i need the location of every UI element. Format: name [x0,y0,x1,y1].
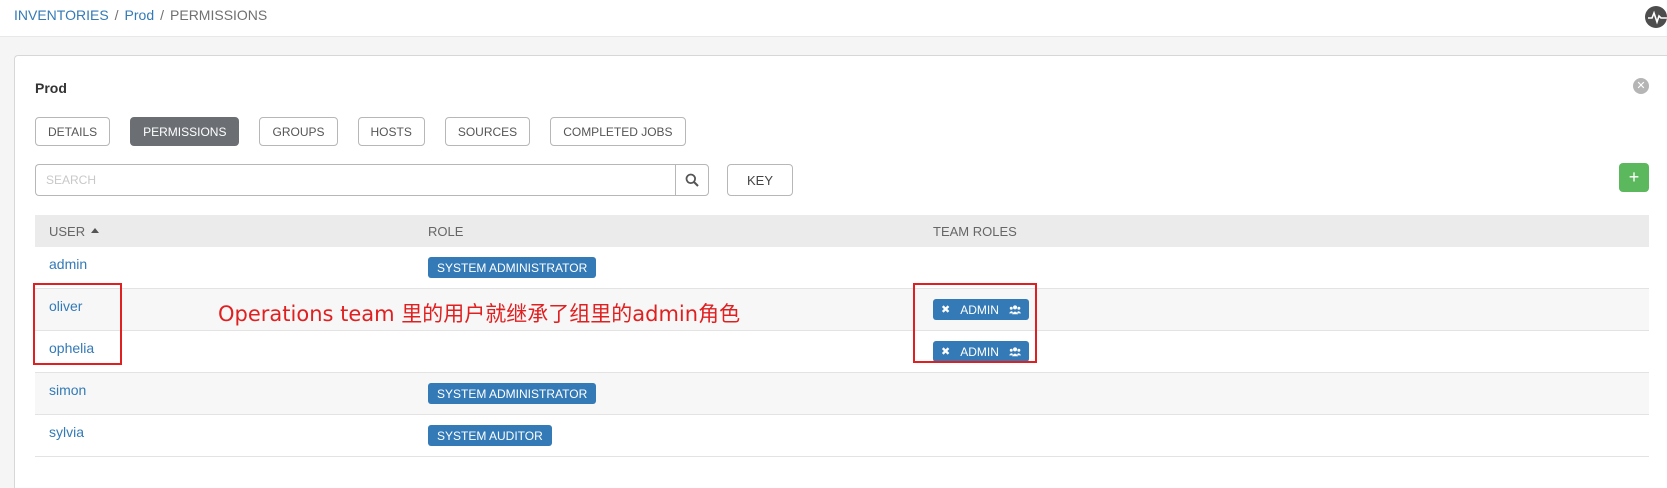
tab-hosts[interactable]: HOSTS [357,117,425,146]
close-icon[interactable]: ✕ [1633,78,1649,94]
tab-bar: DETAILS PERMISSIONS GROUPS HOSTS SOURCES… [35,117,686,146]
breadcrumb-separator: / [114,7,119,23]
add-button[interactable]: + [1619,163,1649,192]
annotation-team-roles-box [913,283,1037,363]
sort-ascending-icon [91,228,100,233]
breadcrumb-current: PERMISSIONS [170,7,268,23]
annotation-text: Operations team 里的用户就继承了组里的admin角色 [218,302,741,326]
table-body: admin SYSTEM ADMINISTRATOR oliver ✖ ADMI… [35,247,1649,457]
annotation-users-box [33,283,122,365]
column-role-label: ROLE [428,224,464,239]
search-button[interactable] [675,164,709,196]
breadcrumb-separator: / [160,7,165,23]
breadcrumb-inventories[interactable]: INVENTORIES [14,7,109,23]
permissions-table: USER ROLE TEAM ROLES admin SYSTEM ADMINI… [35,215,1649,457]
table-row: ophelia ✖ ADMIN [35,331,1649,373]
tab-permissions[interactable]: PERMISSIONS [130,117,240,146]
tab-sources[interactable]: SOURCES [444,117,531,146]
activity-stream-icon[interactable] [1645,6,1667,28]
role-badge: SYSTEM ADMINISTRATOR [428,257,597,278]
tab-details[interactable]: DETAILS [35,117,111,146]
column-header-user[interactable]: USER [49,224,100,239]
breadcrumb: INVENTORIES / Prod / PERMISSIONS [14,7,267,23]
search-icon [685,173,699,187]
user-link[interactable]: admin [49,256,87,272]
tab-completed-jobs[interactable]: COMPLETED JOBS [550,117,686,146]
search-bar [35,164,709,196]
panel-title: Prod [35,80,67,96]
tab-groups[interactable]: GROUPS [259,117,338,146]
inventory-panel: Prod ✕ DETAILS PERMISSIONS GROUPS HOSTS … [14,55,1667,488]
role-badge: SYSTEM ADMINISTRATOR [428,383,597,404]
role-badge: SYSTEM AUDITOR [428,425,552,446]
key-button[interactable]: KEY [727,164,793,196]
column-team-roles-label: TEAM ROLES [933,224,1017,239]
user-link[interactable]: sylvia [49,424,84,440]
search-input[interactable] [35,164,675,196]
breadcrumb-prod[interactable]: Prod [125,7,155,23]
table-row: admin SYSTEM ADMINISTRATOR [35,247,1649,289]
user-link[interactable]: simon [49,382,86,398]
column-header-team-roles: TEAM ROLES [933,224,1017,239]
column-header-role: ROLE [428,224,463,239]
table-header: USER ROLE TEAM ROLES [35,215,1649,247]
table-row: sylvia SYSTEM AUDITOR [35,415,1649,457]
table-row: simon SYSTEM ADMINISTRATOR [35,373,1649,415]
column-user-label: USER [49,224,86,239]
